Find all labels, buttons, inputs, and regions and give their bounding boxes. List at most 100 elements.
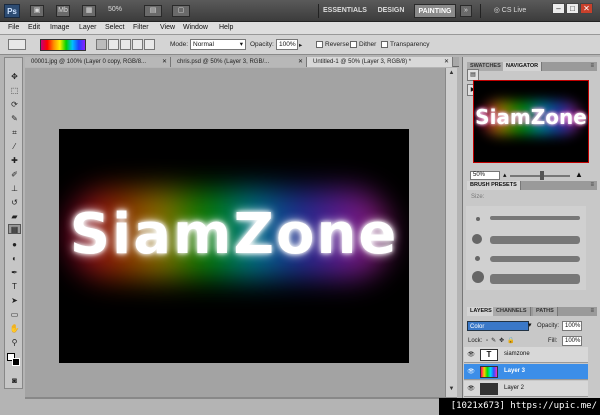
arrange-documents-button[interactable]: ▤ [144, 5, 162, 17]
layer-row[interactable]: 👁 Layer 2 [464, 381, 588, 397]
reflected-gradient-button[interactable] [132, 39, 143, 50]
menu-file[interactable]: File [8, 24, 19, 31]
workspace-design[interactable]: DESIGN [376, 4, 406, 18]
menu-help[interactable]: Help [219, 24, 233, 31]
background-color-swatch[interactable] [12, 358, 20, 366]
crop-tool-icon[interactable]: ⌗ [8, 128, 21, 138]
menu-select[interactable]: Select [105, 24, 124, 31]
quick-mask-icon[interactable]: ◙ [8, 376, 21, 386]
panel-menu-icon[interactable]: ≡ [590, 62, 594, 71]
vertical-scrollbar[interactable]: ▲ ▼ [445, 68, 457, 398]
scroll-up-icon[interactable]: ▲ [447, 70, 456, 78]
minimize-button[interactable]: – [552, 3, 565, 14]
pen-tool-icon[interactable]: ✒ [8, 268, 21, 278]
tab-navigator[interactable]: NAVIGATOR [503, 62, 543, 71]
reverse-checkbox[interactable] [316, 41, 323, 48]
menu-filter[interactable]: Filter [133, 24, 149, 31]
zoom-tool-icon[interactable]: ⚲ [8, 338, 21, 348]
layer-thumbnail [480, 383, 498, 395]
eye-icon[interactable]: 👁 [467, 351, 475, 359]
screen-mode-button[interactable]: ▢ [172, 5, 190, 17]
lock-label: Lock: [468, 338, 483, 344]
scroll-down-icon[interactable]: ▼ [447, 386, 456, 394]
type-tool-icon[interactable]: T [8, 282, 21, 292]
doc-tab-chris[interactable]: chris.psd @ 50% (Layer 3, RGB/... ✕ [171, 57, 307, 67]
menu-edit[interactable]: Edit [28, 24, 40, 31]
linear-gradient-button[interactable] [96, 39, 107, 50]
slider-handle[interactable] [540, 171, 544, 180]
eraser-tool-icon[interactable]: ▰ [8, 212, 21, 222]
tab-brush-presets[interactable]: BRUSH PRESETS [467, 181, 521, 190]
tab-channels[interactable]: CHANNELS [493, 307, 531, 316]
navigator-zoom-field[interactable]: 50% [470, 171, 500, 180]
mini-bridge-button[interactable]: Mb [56, 5, 70, 17]
document-canvas[interactable]: SiamZone [59, 129, 409, 363]
tab-layers[interactable]: LAYERS [467, 307, 496, 316]
blur-tool-icon[interactable]: ● [8, 240, 21, 250]
fill-field[interactable]: 100% [562, 336, 582, 346]
navigator-preview[interactable]: SiamZone [473, 80, 589, 163]
shape-tool-icon[interactable]: ▭ [8, 310, 21, 320]
brush-preset-item[interactable] [470, 252, 582, 266]
tab-paths[interactable]: PATHS [533, 307, 558, 316]
bridge-button[interactable]: ▣ [30, 5, 44, 17]
path-selection-tool-icon[interactable]: ➤ [8, 296, 21, 306]
move-tool-icon[interactable]: ✥ [8, 72, 21, 82]
eyedropper-tool-icon[interactable]: ⁄ [8, 142, 21, 152]
gradient-picker[interactable] [40, 39, 86, 51]
menu-view[interactable]: View [160, 24, 175, 31]
brush-tool-icon[interactable]: ✐ [8, 170, 21, 180]
mode-select[interactable]: Normal ▾ [190, 39, 246, 50]
doc-tab-untitled-1[interactable]: Untitled-1 @ 50% (Layer 3, RGB/8) * ✕ [307, 57, 453, 67]
close-button[interactable]: ✕ [580, 3, 593, 14]
workspace-essentials[interactable]: ESSENTIALS [322, 4, 368, 18]
menu-window[interactable]: Window [183, 24, 208, 31]
gradient-tool-icon[interactable]: ▦ [8, 224, 21, 234]
hand-tool-icon[interactable]: ✋ [8, 324, 21, 334]
eye-icon[interactable]: 👁 [467, 385, 475, 393]
diamond-gradient-button[interactable] [144, 39, 155, 50]
close-icon[interactable]: ✕ [444, 57, 449, 67]
panel-menu-icon[interactable]: ≡ [590, 307, 594, 316]
chevron-right-icon[interactable]: ▸ [299, 41, 302, 49]
brush-preset-item[interactable] [470, 212, 582, 226]
brush-preset-item[interactable] [470, 232, 582, 246]
zoom-level[interactable]: 50% [108, 6, 122, 13]
workspace-painting[interactable]: PAINTING [414, 4, 456, 18]
close-icon[interactable]: ✕ [298, 57, 303, 67]
cs-live-button[interactable]: ◎ CS Live [488, 4, 532, 18]
doc-tab-00001[interactable]: 00001.jpg @ 100% (Layer 0 copy, RGB/8...… [25, 57, 171, 67]
transparency-checkbox[interactable] [381, 41, 388, 48]
angle-gradient-button[interactable] [120, 39, 131, 50]
maximize-button[interactable]: □ [566, 3, 579, 14]
dither-checkbox[interactable] [350, 41, 357, 48]
panel-menu-icon[interactable]: ≡ [590, 181, 594, 190]
close-icon[interactable]: ✕ [162, 57, 167, 67]
brush-preset-item[interactable] [470, 270, 582, 284]
layer-row[interactable]: 👁 T siamzone [464, 347, 588, 363]
transparency-label: Transparency [390, 41, 430, 48]
view-extras-button[interactable]: ▦ [82, 5, 96, 17]
chevron-down-icon: ▾ [239, 41, 243, 48]
radial-gradient-button[interactable] [108, 39, 119, 50]
healing-brush-tool-icon[interactable]: ✚ [8, 156, 21, 166]
eye-icon[interactable]: 👁 [467, 368, 475, 376]
blend-mode-select[interactable]: Color [467, 321, 529, 331]
lasso-tool-icon[interactable]: ⟳ [8, 100, 21, 110]
zoom-out-icon[interactable]: ▴ [503, 171, 507, 179]
layer-opacity-field[interactable]: 100% [562, 321, 582, 331]
workspace-more-button[interactable]: » [460, 5, 472, 17]
menu-layer[interactable]: Layer [79, 24, 97, 31]
dodge-tool-icon[interactable]: ◐ [8, 254, 21, 264]
history-brush-tool-icon[interactable]: ↺ [8, 198, 21, 208]
layer-row-selected[interactable]: 👁 Layer 3 [464, 364, 588, 380]
clone-stamp-tool-icon[interactable]: ⊥ [8, 184, 21, 194]
lock-icons[interactable]: ▫✎✥🔒 [486, 336, 518, 346]
zoom-in-icon[interactable]: ▲ [575, 170, 583, 179]
tool-preset-picker[interactable] [8, 39, 26, 50]
quick-select-tool-icon[interactable]: ✎ [8, 114, 21, 124]
opacity-field[interactable]: 100% [276, 39, 298, 50]
marquee-tool-icon[interactable]: ⬚ [8, 86, 21, 96]
chevron-down-icon[interactable]: ▾ [528, 321, 532, 331]
menu-image[interactable]: Image [50, 24, 69, 31]
